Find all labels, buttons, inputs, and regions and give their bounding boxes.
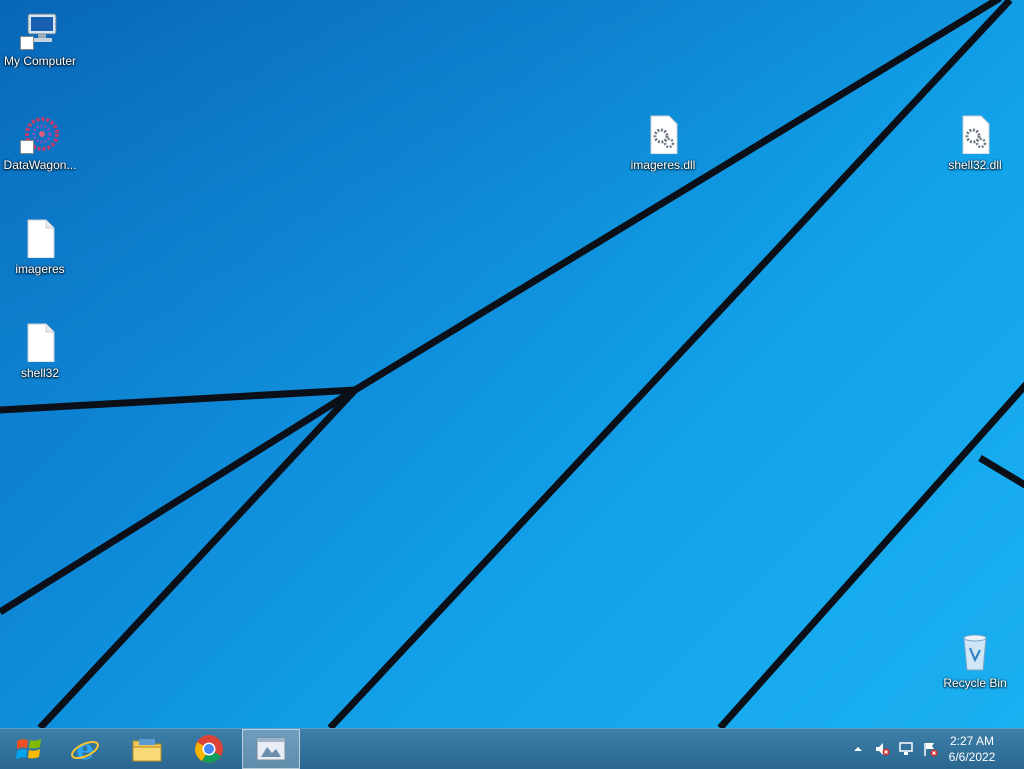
folder-icon <box>132 739 162 762</box>
clock-date: 6/6/2022 <box>948 750 996 764</box>
icon-label: Recycle Bin <box>943 676 1007 690</box>
taskbar-internet-explorer[interactable]: e <box>56 729 114 769</box>
taskbar-clock[interactable]: 2:27 AM 6/6/2022 <box>942 733 1002 765</box>
wallpaper <box>0 0 1024 728</box>
taskbar-chrome[interactable] <box>180 729 238 769</box>
shortcut-arrow-icon <box>20 36 34 50</box>
start-button[interactable] <box>0 729 58 769</box>
windows-logo-icon <box>16 739 41 759</box>
icon-label: imageres.dll <box>630 158 696 172</box>
desktop-icon-imageres[interactable]: imageres <box>0 218 80 276</box>
app-window-icon <box>256 737 286 761</box>
network-icon[interactable] <box>898 741 914 757</box>
icon-label: My Computer <box>3 54 77 68</box>
desktop-icon-recycle-bin[interactable]: Recycle Bin <box>935 632 1015 690</box>
taskbar-active-app[interactable] <box>242 729 300 769</box>
icon-label: shell32 <box>20 366 60 380</box>
taskbar: e 2:27 AM 6/6/2022 <box>0 728 1024 769</box>
datawagon-icon <box>20 114 60 154</box>
blank-file-icon <box>20 322 60 363</box>
dll-file-icon <box>643 114 683 155</box>
action-center-flag-icon[interactable] <box>922 741 938 757</box>
computer-icon <box>20 10 60 50</box>
shortcut-arrow-icon <box>20 140 34 154</box>
icon-label: shell32.dll <box>948 158 1002 172</box>
show-hidden-icons-chevron-icon[interactable] <box>850 741 866 757</box>
dll-file-icon <box>955 114 995 155</box>
volume-muted-icon[interactable] <box>874 741 890 757</box>
icon-label: imageres <box>15 262 65 276</box>
desktop-icon-imageres-dll[interactable]: imageres.dll <box>623 114 703 172</box>
icon-label: DataWagon... <box>3 158 77 172</box>
desktop-icon-shell32-dll[interactable]: shell32.dll <box>935 114 1015 172</box>
internet-explorer-icon: e <box>71 734 99 764</box>
recycle-bin-icon <box>955 632 995 672</box>
clock-time: 2:27 AM <box>949 734 995 748</box>
blank-file-icon <box>20 218 60 259</box>
desktop: My Computer DataWagon... imageres shell3… <box>0 0 1024 728</box>
desktop-icon-datawagon[interactable]: DataWagon... <box>0 114 80 172</box>
chrome-icon <box>195 735 223 763</box>
desktop-icon-my-computer[interactable]: My Computer <box>0 10 80 68</box>
svg-text:e: e <box>76 734 94 764</box>
taskbar-file-explorer[interactable] <box>118 729 176 769</box>
desktop-icon-shell32[interactable]: shell32 <box>0 322 80 380</box>
